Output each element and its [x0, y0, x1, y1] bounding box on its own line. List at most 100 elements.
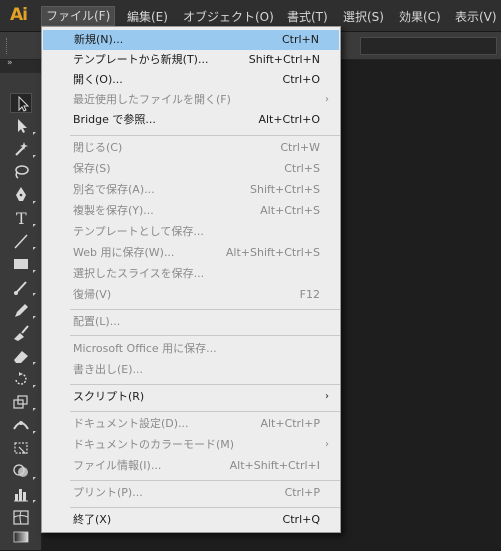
- menu-item-save-for-office[interactable]: Microsoft Office 用に保存...: [42, 339, 340, 359]
- collapse-icon[interactable]: »: [7, 58, 13, 68]
- magic-wand-tool-icon[interactable]: [10, 139, 36, 159]
- menu-select[interactable]: 選択(S): [343, 7, 384, 27]
- control-bar-field[interactable]: [360, 37, 497, 55]
- menu-item-document-color-mode[interactable]: ドキュメントのカラーモード(M) ›: [42, 435, 340, 455]
- menu-item-save-for-web[interactable]: Web 用に保存(W)... Alt+Shift+Ctrl+S: [42, 243, 340, 263]
- menu-item-shortcut: Alt+Shift+Ctrl+S: [225, 246, 320, 259]
- menu-item-save-selected-slices[interactable]: 選択したスライスを保存...: [42, 264, 340, 284]
- width-tool-icon[interactable]: [10, 415, 36, 435]
- menu-item-label: 書き出し(E)...: [73, 363, 144, 376]
- menu-item-file-info[interactable]: ファイル情報(I)... Alt+Shift+Ctrl+I: [42, 456, 340, 476]
- menu-separator: [70, 309, 340, 310]
- shape-builder-tool-icon[interactable]: [10, 461, 36, 481]
- menu-item-label: 開く(O)...: [73, 73, 123, 86]
- menu-item-label: 最近使用したファイルを開く(F): [73, 93, 231, 106]
- menu-separator: [70, 384, 340, 385]
- direct-selection-tool-icon[interactable]: [10, 116, 36, 136]
- menu-view[interactable]: 表示(V): [455, 7, 497, 27]
- menu-item-label: プリント(P)...: [73, 486, 143, 499]
- app-logo: Ai: [10, 5, 28, 25]
- menu-item-open[interactable]: 開く(O)... Ctrl+O: [42, 70, 340, 90]
- mesh-tool-icon[interactable]: [10, 507, 32, 527]
- menu-item-shortcut: Ctrl+W: [280, 141, 320, 154]
- menu-item-shortcut: Ctrl+Q: [282, 513, 320, 526]
- eraser-tool-icon[interactable]: [10, 346, 36, 366]
- menu-item-exit[interactable]: 終了(X) Ctrl+Q: [42, 510, 340, 530]
- svg-text:T: T: [16, 209, 27, 228]
- menu-item-shortcut: Alt+Ctrl+S: [260, 204, 320, 217]
- blob-brush-tool-icon[interactable]: [10, 323, 32, 343]
- menu-separator: [70, 135, 340, 136]
- lasso-tool-icon[interactable]: [10, 162, 32, 182]
- menu-object[interactable]: オブジェクト(O): [183, 7, 274, 27]
- menu-item-save[interactable]: 保存(S) Ctrl+S: [42, 159, 340, 179]
- menu-item-label: Bridge で参照...: [73, 113, 156, 126]
- menu-item-shortcut: Alt+Ctrl+P: [260, 417, 320, 430]
- menu-item-label: 保存(S): [73, 162, 111, 175]
- menu-item-shortcut: Shift+Ctrl+S: [250, 183, 320, 196]
- menu-item-shortcut: F12: [299, 288, 320, 301]
- menu-separator: [70, 507, 340, 508]
- pen-tool-icon[interactable]: [10, 185, 36, 205]
- menu-item-label: 別名で保存(A)...: [73, 183, 155, 196]
- menu-item-print[interactable]: プリント(P)... Ctrl+P: [42, 483, 340, 503]
- menu-item-save-as[interactable]: 別名で保存(A)... Shift+Ctrl+S: [42, 180, 340, 200]
- pencil-tool-icon[interactable]: [10, 300, 36, 320]
- menu-item-label: ドキュメントのカラーモード(M): [73, 438, 235, 451]
- menu-item-label: 新規(N)...: [74, 33, 124, 46]
- scale-tool-icon[interactable]: [10, 392, 36, 412]
- menu-item-browse-in-bridge[interactable]: Bridge で参照... Alt+Ctrl+O: [42, 110, 340, 130]
- menu-item-shortcut: Ctrl+P: [284, 486, 320, 499]
- type-tool-icon[interactable]: T: [10, 208, 36, 228]
- menu-separator: [70, 480, 340, 481]
- menu-item-label: ドキュメント設定(D)...: [73, 417, 189, 430]
- menu-item-label: 復帰(V): [73, 288, 112, 301]
- selection-tool-icon[interactable]: [10, 93, 32, 113]
- graph-tool-icon[interactable]: [10, 484, 36, 504]
- menu-separator: [70, 411, 340, 412]
- rotate-tool-icon[interactable]: [10, 369, 36, 389]
- menu-type[interactable]: 書式(T): [287, 7, 328, 27]
- menu-item-save-as-template[interactable]: テンプレートとして保存...: [42, 222, 340, 242]
- tools-panel-header[interactable]: »: [0, 58, 42, 73]
- menu-item-new[interactable]: 新規(N)... Ctrl+N: [43, 30, 339, 50]
- rectangle-tool-icon[interactable]: [10, 254, 36, 274]
- menu-item-document-setup[interactable]: ドキュメント設定(D)... Alt+Ctrl+P: [42, 414, 340, 434]
- free-transform-tool-icon[interactable]: [10, 438, 32, 458]
- menu-item-label: 配置(L)...: [73, 315, 121, 328]
- menu-file[interactable]: ファイル(F): [41, 6, 116, 26]
- submenu-arrow-icon: ›: [325, 439, 329, 450]
- menu-item-shortcut: Ctrl+O: [282, 73, 320, 86]
- menu-item-shortcut: Alt+Ctrl+O: [258, 113, 320, 126]
- menu-item-label: スクリプト(R): [73, 390, 145, 403]
- tools-panel: » T: [0, 58, 42, 550]
- menu-item-label: 選択したスライスを保存...: [73, 267, 205, 280]
- menu-item-close[interactable]: 閉じる(C) Ctrl+W: [42, 138, 340, 158]
- menu-item-label: Web 用に保存(W)...: [73, 246, 175, 259]
- menu-item-save-a-copy[interactable]: 複製を保存(Y)... Alt+Ctrl+S: [42, 201, 340, 221]
- menu-item-label: 複製を保存(Y)...: [73, 204, 154, 217]
- menu-item-scripts[interactable]: スクリプト(R) ›: [42, 387, 340, 407]
- menu-item-place[interactable]: 配置(L)...: [42, 312, 340, 332]
- menu-item-label: Microsoft Office 用に保存...: [73, 342, 217, 355]
- menu-item-label: 閉じる(C): [73, 141, 123, 154]
- menu-item-export[interactable]: 書き出し(E)...: [42, 360, 340, 380]
- menu-item-open-recent[interactable]: 最近使用したファイルを開く(F) ›: [42, 90, 340, 110]
- menu-edit[interactable]: 編集(E): [127, 7, 168, 27]
- menu-item-new-from-template[interactable]: テンプレートから新規(T)... Shift+Ctrl+N: [42, 50, 340, 70]
- menu-item-label: テンプレートから新規(T)...: [73, 53, 209, 66]
- submenu-arrow-icon: ›: [325, 391, 329, 402]
- gradient-tool-icon[interactable]: [10, 527, 32, 547]
- menu-separator: [70, 335, 340, 336]
- control-bar-grip[interactable]: [6, 38, 9, 54]
- menu-item-shortcut: Ctrl+S: [284, 162, 320, 175]
- line-tool-icon[interactable]: [10, 231, 36, 251]
- menu-effect[interactable]: 効果(C): [399, 7, 441, 27]
- submenu-arrow-icon: ›: [325, 94, 329, 105]
- menu-item-revert[interactable]: 復帰(V) F12: [42, 285, 340, 305]
- menu-item-shortcut: Ctrl+N: [281, 33, 319, 46]
- menu-item-label: ファイル情報(I)...: [73, 459, 162, 472]
- paintbrush-tool-icon[interactable]: [10, 277, 36, 297]
- menu-item-label: 終了(X): [73, 513, 112, 526]
- menu-item-shortcut: Shift+Ctrl+N: [248, 53, 320, 66]
